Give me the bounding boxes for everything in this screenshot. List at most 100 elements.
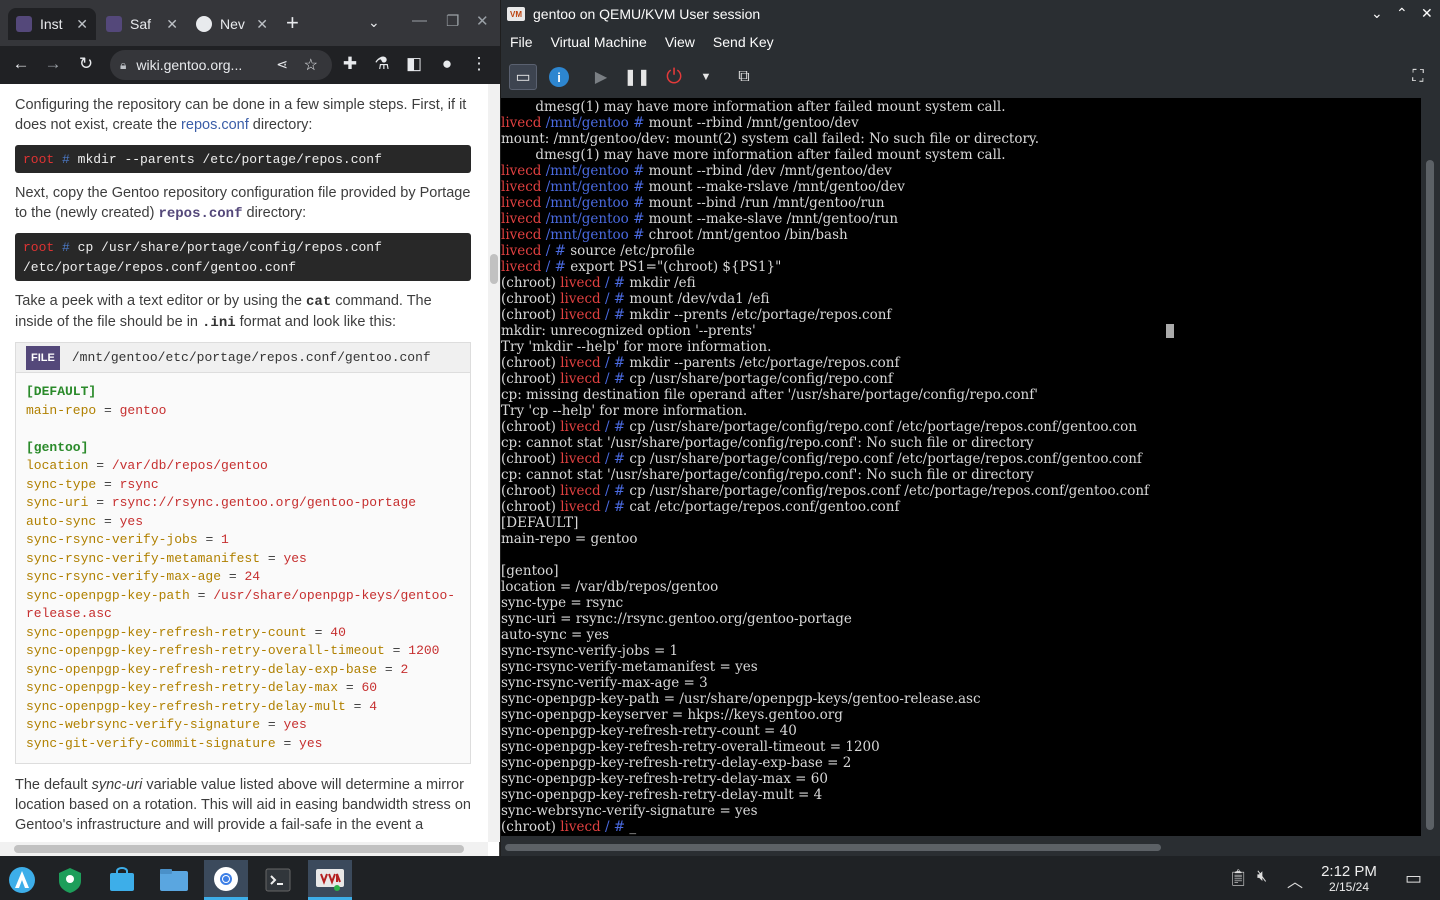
ini-key: sync-type [26,476,97,492]
file-line: sync-openpgp-key-refresh-retry-overall-t… [26,642,460,661]
tab-install[interactable]: Inst ✕ [8,8,96,40]
minimize-icon[interactable]: ⌄ [1371,5,1383,22]
details-view-button[interactable]: i [545,64,573,90]
prompt-host: livecd [560,307,605,323]
pause-button[interactable]: ❚❚ [623,64,651,90]
scrollbar-thumb[interactable] [1426,160,1434,830]
command-text: /etc/portage/repos.conf/gentoo.conf [23,260,297,275]
show-desktop-icon[interactable]: ▭ [1405,868,1422,889]
terminal-text: source /etc/profile [570,243,695,259]
terminal-text: sync-openpgp-key-refresh-retry-delay-exp… [501,755,852,771]
vm-console[interactable]: dmesg(1) may have more information after… [501,98,1421,836]
taskbar-app-terminal[interactable] [256,860,300,900]
scrollbar-thumb[interactable] [14,845,464,853]
extensions-icon[interactable]: ✚ [339,54,361,74]
close-icon[interactable]: ✕ [256,16,268,33]
menu-virtual-machine[interactable]: Virtual Machine [551,34,647,50]
run-button[interactable]: ▶ [587,64,615,90]
close-window-icon[interactable]: ✕ [476,12,489,30]
maximize-icon[interactable]: ❐ [446,12,459,30]
share-icon[interactable]: ⋖ [276,56,288,73]
clock[interactable]: 2:12 PM 2/15/24 [1316,863,1382,894]
terminal-text: sync-webrsync-verify-signature = yes [501,803,758,819]
file-listing-box: FILE /mnt/gentoo/etc/portage/repos.conf/… [15,342,471,764]
tab-safe[interactable]: Saf ✕ [98,8,186,40]
terminal-line: sync-openpgp-keyserver = hkps://keys.gen… [501,707,1149,723]
terminal-text: sync-openpgp-key-path = /usr/share/openp… [501,691,981,707]
forward-icon[interactable]: → [42,54,64,74]
ini-equals: = [96,476,120,492]
fullscreen-button[interactable]: ⛶ [1404,64,1432,90]
scrollbar-thumb[interactable] [490,254,498,284]
close-icon[interactable]: ✕ [166,16,178,33]
terminal-line: [DEFAULT] [501,515,1149,531]
tab-search-chevron-icon[interactable]: ⌄ [368,14,380,31]
close-window-icon[interactable]: ✕ [1421,5,1433,22]
minimize-icon[interactable]: — [412,12,427,29]
lab-flask-icon[interactable]: ⚗ [371,54,393,74]
taskbar-app-vault[interactable] [48,860,92,900]
ini-equals: = [260,717,284,732]
prompt-host: livecd [560,371,605,387]
maximize-icon[interactable]: ⌃ [1396,5,1408,22]
taskbar-app-discover[interactable] [100,860,144,900]
launcher-icon [9,867,35,893]
address-bar[interactable]: 🔒︎ wiki.gentoo.org... ⋖ ☆ [110,50,332,80]
file-line: sync-webrsync-verify-signature = yes [26,716,460,735]
back-icon[interactable]: ← [10,54,32,74]
reload-icon[interactable]: ↻ [75,54,97,74]
console-horizontal-scrollbar[interactable] [501,838,1421,856]
taskbar-app-files[interactable] [152,860,196,900]
taskbar-app-chrome[interactable] [204,860,248,900]
tab-new[interactable]: Nev ✕ [188,8,276,40]
new-tab-button[interactable]: + [286,12,299,34]
terminal-text: location = /var/db/repos/gentoo [501,579,719,595]
vm-toolbar: ▭ i ▶ ❚❚ ⏻ ▼ ⧉ ⛶ [501,56,1440,98]
prompt-host: livecd [501,163,546,179]
ini-value: 40 [330,624,346,640]
file-body: [DEFAULT] main-repo = gentoo [gentoo] loca… [16,373,470,763]
snapshots-button[interactable]: ⧉ [730,64,758,90]
shutdown-button[interactable]: ⏻ [660,64,688,90]
ini-key: sync-openpgp-key-path [26,587,190,603]
menu-file[interactable]: File [510,34,533,50]
ini-equals: = [377,661,401,677]
terminal-line: (chroot) livecd / # cp /usr/share/portag… [501,483,1149,499]
terminal-text: [DEFAULT] [501,515,579,531]
side-panel-icon[interactable]: ◧ [403,54,425,74]
page-vertical-scrollbar[interactable] [488,84,500,842]
monitor-icon: ▭ [515,69,531,86]
page-horizontal-scrollbar[interactable] [0,842,488,856]
emphasis: sync-uri [91,777,143,793]
menu-send-key[interactable]: Send Key [713,34,774,50]
repos-conf-link[interactable]: repos.conf [181,117,249,133]
file-badge: FILE [26,345,60,370]
console-view-button[interactable]: ▭ [509,64,537,90]
taskbar-app-virt-manager[interactable] [308,860,352,900]
console-vertical-scrollbar[interactable] [1421,98,1440,836]
terminal-line: sync-rsync-verify-metamanifest = yes [501,659,1149,675]
terminal-line: (chroot) livecd / # mkdir /efi [501,275,1149,291]
text: format and look like this: [235,314,397,330]
terminal-line: Try 'mkdir --help' for more information. [501,339,1149,355]
menu-view[interactable]: View [665,34,695,50]
bookmark-star-icon[interactable]: ☆ [304,55,318,75]
fullscreen-icon: ⛶ [1412,68,1424,85]
terminal-line: (chroot) livecd / # mkdir --parents /etc… [501,355,1149,371]
scrollbar-thumb[interactable] [505,844,1161,851]
close-icon[interactable]: ✕ [76,16,88,33]
tray-expand-chevron-icon[interactable]: ︿ [1287,868,1303,892]
menu-kebab-icon[interactable]: ⋮ [468,54,490,74]
ini-value: 24 [244,569,261,584]
terminal-line: sync-openpgp-key-refresh-retry-delay-mul… [501,787,1149,803]
profile-icon[interactable]: ● [436,54,458,74]
terminal-line: cp: cannot stat '/usr/share/portage/conf… [501,435,1149,451]
terminal-line: main-repo = gentoo [501,531,1149,547]
terminal-line: sync-uri = rsync://rsync.gentoo.org/gent… [501,611,1149,627]
clipboard-icon[interactable]: 📋︎ [1228,868,1248,888]
shutdown-menu-button[interactable]: ▼ [692,64,720,90]
app-launcher-button[interactable] [0,860,44,900]
ini-key: sync-webrsync-verify-signature [26,717,261,732]
volume-muted-icon[interactable]: 🔇︎ [1257,868,1267,886]
